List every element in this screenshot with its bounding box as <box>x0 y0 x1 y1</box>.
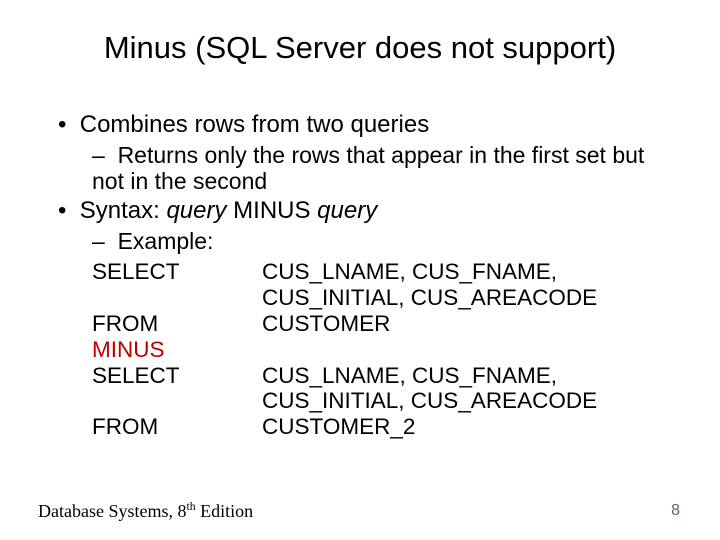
sql-kw-from1: FROM <box>92 311 262 337</box>
sql-tbl1: CUSTOMER <box>262 311 678 337</box>
footer-citation: Database Systems, 8th Edition <box>38 501 253 522</box>
footer-text-b: Edition <box>196 501 254 521</box>
sql-kw-select2: SELECT <box>92 363 262 389</box>
sql-tbl2: CUSTOMER_2 <box>262 414 678 440</box>
sql-cols2b: CUS_INITIAL, CUS_AREACODE <box>262 388 678 414</box>
syntax-minus: MINUS <box>227 197 318 224</box>
dash-example: – Example: <box>92 229 678 255</box>
footer-sup: th <box>186 500 195 513</box>
sql-row-cols2b: CUS_INITIAL, CUS_AREACODE <box>92 388 678 414</box>
sql-row-from2: FROM CUSTOMER_2 <box>92 414 678 440</box>
bullet-syntax: • Syntax: query MINUS query <box>58 198 678 225</box>
sql-row-select1: SELECT CUS_LNAME, CUS_FNAME, <box>92 259 678 285</box>
sql-kw-select1: SELECT <box>92 259 262 285</box>
sql-cols2a: CUS_LNAME, CUS_FNAME, <box>262 363 678 389</box>
slide: Minus (SQL Server does not support) • Co… <box>0 0 720 540</box>
sql-cols1a: CUS_LNAME, CUS_FNAME, <box>262 259 678 285</box>
dash-returns: – Returns only the rows that appear in t… <box>92 143 678 195</box>
slide-body: • Combines rows from two queries – Retur… <box>58 112 678 440</box>
sql-cols1b: CUS_INITIAL, CUS_AREACODE <box>262 285 678 311</box>
sql-row-minus: MINUS <box>92 337 678 363</box>
syntax-query2: query <box>317 197 377 224</box>
slide-title: Minus (SQL Server does not support) <box>0 30 720 66</box>
page-number: 8 <box>671 502 680 520</box>
sql-kw-minus: MINUS <box>92 337 262 363</box>
sql-row-cols1b: CUS_INITIAL, CUS_AREACODE <box>92 285 678 311</box>
syntax-prefix: • Syntax: <box>58 197 166 224</box>
syntax-query1: query <box>166 197 226 224</box>
sql-row-from1: FROM CUSTOMER <box>92 311 678 337</box>
footer-text-a: Database Systems, 8 <box>38 501 186 521</box>
sql-kw-from2: FROM <box>92 414 262 440</box>
bullet-combines: • Combines rows from two queries <box>58 112 678 139</box>
sql-row-select2: SELECT CUS_LNAME, CUS_FNAME, <box>92 363 678 389</box>
sql-example: SELECT CUS_LNAME, CUS_FNAME, CUS_INITIAL… <box>92 259 678 440</box>
